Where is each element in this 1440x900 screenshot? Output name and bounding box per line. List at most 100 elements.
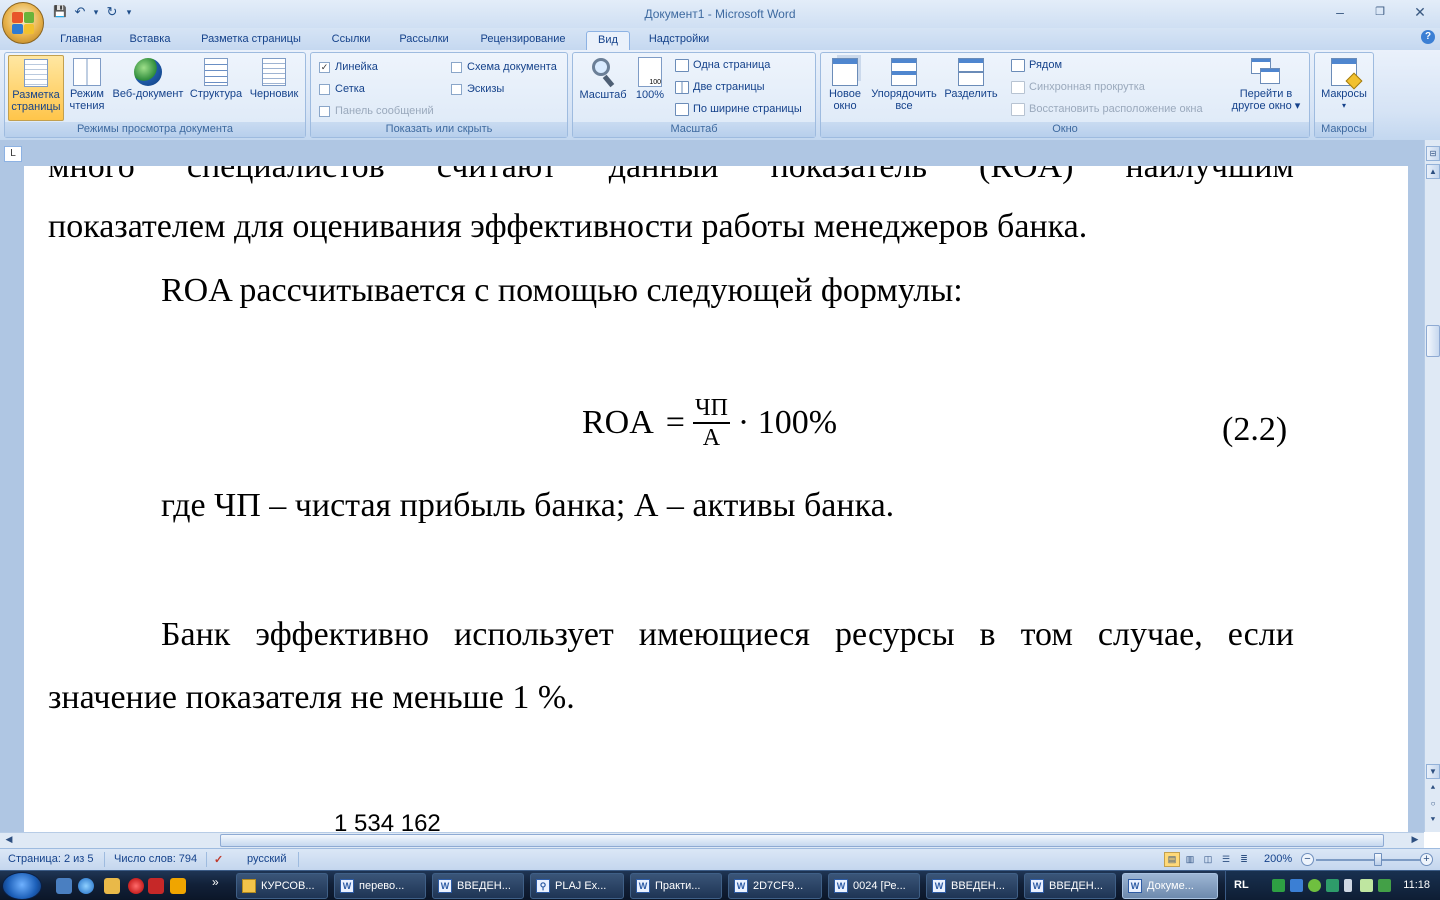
office-button[interactable] [2, 2, 44, 44]
spelling-check-icon[interactable]: ✓ [214, 853, 223, 866]
explorer-icon[interactable] [104, 878, 120, 894]
thumbnails-checkbox[interactable]: Эскизы [451, 81, 504, 97]
scroll-left-button[interactable]: ◀ [2, 834, 16, 847]
word-icon: W [438, 879, 452, 893]
zoom-100-button[interactable]: 100 100% [631, 55, 669, 121]
reading-mode-label-2: чтения [69, 100, 105, 112]
tab-page-layout[interactable]: Разметка страницы [192, 31, 310, 50]
switch-window-icon [1251, 58, 1281, 86]
outline-button[interactable]: Структура [187, 55, 245, 121]
document-map-checkbox[interactable]: Схема документа [451, 59, 557, 75]
tray-icon[interactable] [1272, 879, 1285, 892]
start-button[interactable] [2, 872, 42, 900]
draft-view-icon[interactable]: ≣ [1236, 852, 1252, 867]
draft-label: Черновик [249, 88, 299, 100]
tray-icon[interactable] [1326, 879, 1339, 892]
switch-window-label-1: Перейти в [1239, 88, 1293, 100]
tab-review[interactable]: Рецензирование [470, 31, 576, 50]
draft-button[interactable]: Черновик [245, 55, 303, 121]
horizontal-scrollbar[interactable]: ◀ ▶ [0, 832, 1424, 848]
taskbar-item[interactable]: W ВВЕДЕН... [432, 873, 524, 899]
page-counter[interactable]: Страница: 2 из 5 [8, 853, 94, 865]
tab-home[interactable]: Главная [52, 31, 110, 50]
new-window-button[interactable]: Новое окно [825, 55, 865, 121]
web-layout-button[interactable]: Веб-документ [109, 55, 187, 121]
taskbar-item[interactable]: W 2D7CF9... [728, 873, 822, 899]
document-page[interactable]: много специалистов считают данный показа… [24, 166, 1408, 832]
clock[interactable]: 11:18 [1403, 879, 1430, 891]
grid-checkbox[interactable]: Сетка [319, 81, 365, 97]
scroll-up-button[interactable]: ▲ [1426, 164, 1440, 179]
horizontal-scroll-thumb[interactable] [220, 834, 1384, 847]
taskbar-item[interactable]: Wперево... [334, 873, 426, 899]
switch-window-button[interactable]: Перейти в другое окно ▾ [1225, 55, 1307, 121]
formula-lhs: ROA [582, 404, 654, 441]
macros-button[interactable]: Макросы ▾ [1317, 55, 1371, 121]
scroll-right-button[interactable]: ▶ [1408, 834, 1422, 847]
tab-mailings[interactable]: Рассылки [392, 31, 456, 50]
print-layout-view-icon[interactable]: ▤ [1164, 852, 1180, 867]
ruler-toggle-icon[interactable]: ⊟ [1426, 146, 1440, 161]
volume-icon[interactable] [1344, 879, 1352, 892]
zoom-out-button[interactable]: − [1301, 853, 1314, 866]
taskbar-item[interactable]: W ВВЕДЕН... [926, 873, 1018, 899]
tab-selector[interactable]: L [4, 146, 22, 162]
tab-references[interactable]: Ссылки [322, 31, 380, 50]
vertical-scroll-thumb[interactable] [1426, 325, 1440, 357]
zoom-slider-track[interactable] [1316, 859, 1422, 861]
browser-icon[interactable] [78, 878, 94, 894]
taskbar-item[interactable]: ⚲ PLAJ Ex... [530, 873, 624, 899]
page-width-label: По ширине страницы [693, 103, 802, 115]
word-count[interactable]: Число слов: 794 [114, 853, 197, 865]
keyboard-language[interactable]: RL [1234, 879, 1249, 891]
select-browse-object-button[interactable]: ○ [1426, 797, 1440, 812]
tab-view[interactable]: Вид [586, 31, 630, 50]
side-by-side-button[interactable]: Рядом [1011, 57, 1062, 73]
page-width-button[interactable]: По ширине страницы [675, 101, 802, 117]
next-page-button[interactable]: ⯆ [1426, 813, 1440, 828]
web-view-icon[interactable]: ◫ [1200, 852, 1216, 867]
app-icon[interactable] [148, 878, 164, 894]
show-desktop-icon[interactable] [56, 878, 72, 894]
tray-icon[interactable] [1290, 879, 1303, 892]
tab-insert[interactable]: Вставка [120, 31, 180, 50]
taskbar-item[interactable]: КУРСОВ... [236, 873, 328, 899]
outline-view-icon[interactable]: ☰ [1218, 852, 1234, 867]
two-pages-button[interactable]: Две страницы [675, 79, 765, 95]
previous-page-button[interactable]: ⯅ [1426, 781, 1440, 796]
taskbar-item[interactable]: W Практи... [630, 873, 722, 899]
taskbar-item[interactable]: W 0024 [Ре... [828, 873, 920, 899]
zoom-in-button[interactable]: + [1420, 853, 1433, 866]
minimize-button[interactable]: ‒ [1320, 0, 1360, 24]
close-button[interactable]: ✕ [1400, 0, 1440, 24]
reset-position-button: Восстановить расположение окна [1011, 101, 1203, 117]
tray-icon[interactable] [1378, 879, 1391, 892]
paragraph-line-2: показателем для оценивания эффективности… [48, 208, 1088, 245]
arrange-all-button[interactable]: Упорядочить все [867, 55, 941, 121]
zoom-level[interactable]: 200% [1264, 853, 1292, 865]
split-button[interactable]: Разделить [941, 55, 1001, 121]
network-icon[interactable] [1360, 879, 1373, 892]
zoom-button[interactable]: Масштаб [575, 55, 631, 121]
word-icon: W [340, 879, 354, 893]
taskbar-item-label: Докуме... [1147, 880, 1194, 892]
maximize-button[interactable]: ❐ [1360, 0, 1400, 24]
reading-mode-button[interactable]: Режим чтения [67, 55, 107, 121]
help-icon[interactable]: ? [1421, 30, 1435, 44]
scroll-down-button[interactable]: ▼ [1426, 764, 1440, 779]
vertical-scrollbar[interactable]: ⊟ ▲ ▼ ⯅ ○ ⯆ [1424, 140, 1440, 832]
quicklaunch-icon[interactable] [170, 878, 186, 894]
one-page-button[interactable]: Одна страница [675, 57, 770, 73]
language-indicator[interactable]: русский [247, 853, 286, 865]
tray-icon[interactable] [1308, 879, 1321, 892]
quicklaunch-more[interactable]: » [212, 875, 219, 889]
taskbar-item-active[interactable]: W Докуме... [1122, 873, 1218, 899]
zoom-slider-thumb[interactable] [1374, 853, 1382, 866]
taskbar-item[interactable]: W ВВЕДЕН... [1024, 873, 1116, 899]
tab-addins[interactable]: Надстройки [640, 31, 718, 50]
opera-icon[interactable] [128, 878, 144, 894]
print-layout-button[interactable]: Разметка страницы [8, 55, 64, 121]
word: (ROA) [979, 166, 1074, 185]
reading-view-icon[interactable]: ▥ [1182, 852, 1198, 867]
ruler-checkbox[interactable]: ✓ Линейка [319, 59, 378, 75]
